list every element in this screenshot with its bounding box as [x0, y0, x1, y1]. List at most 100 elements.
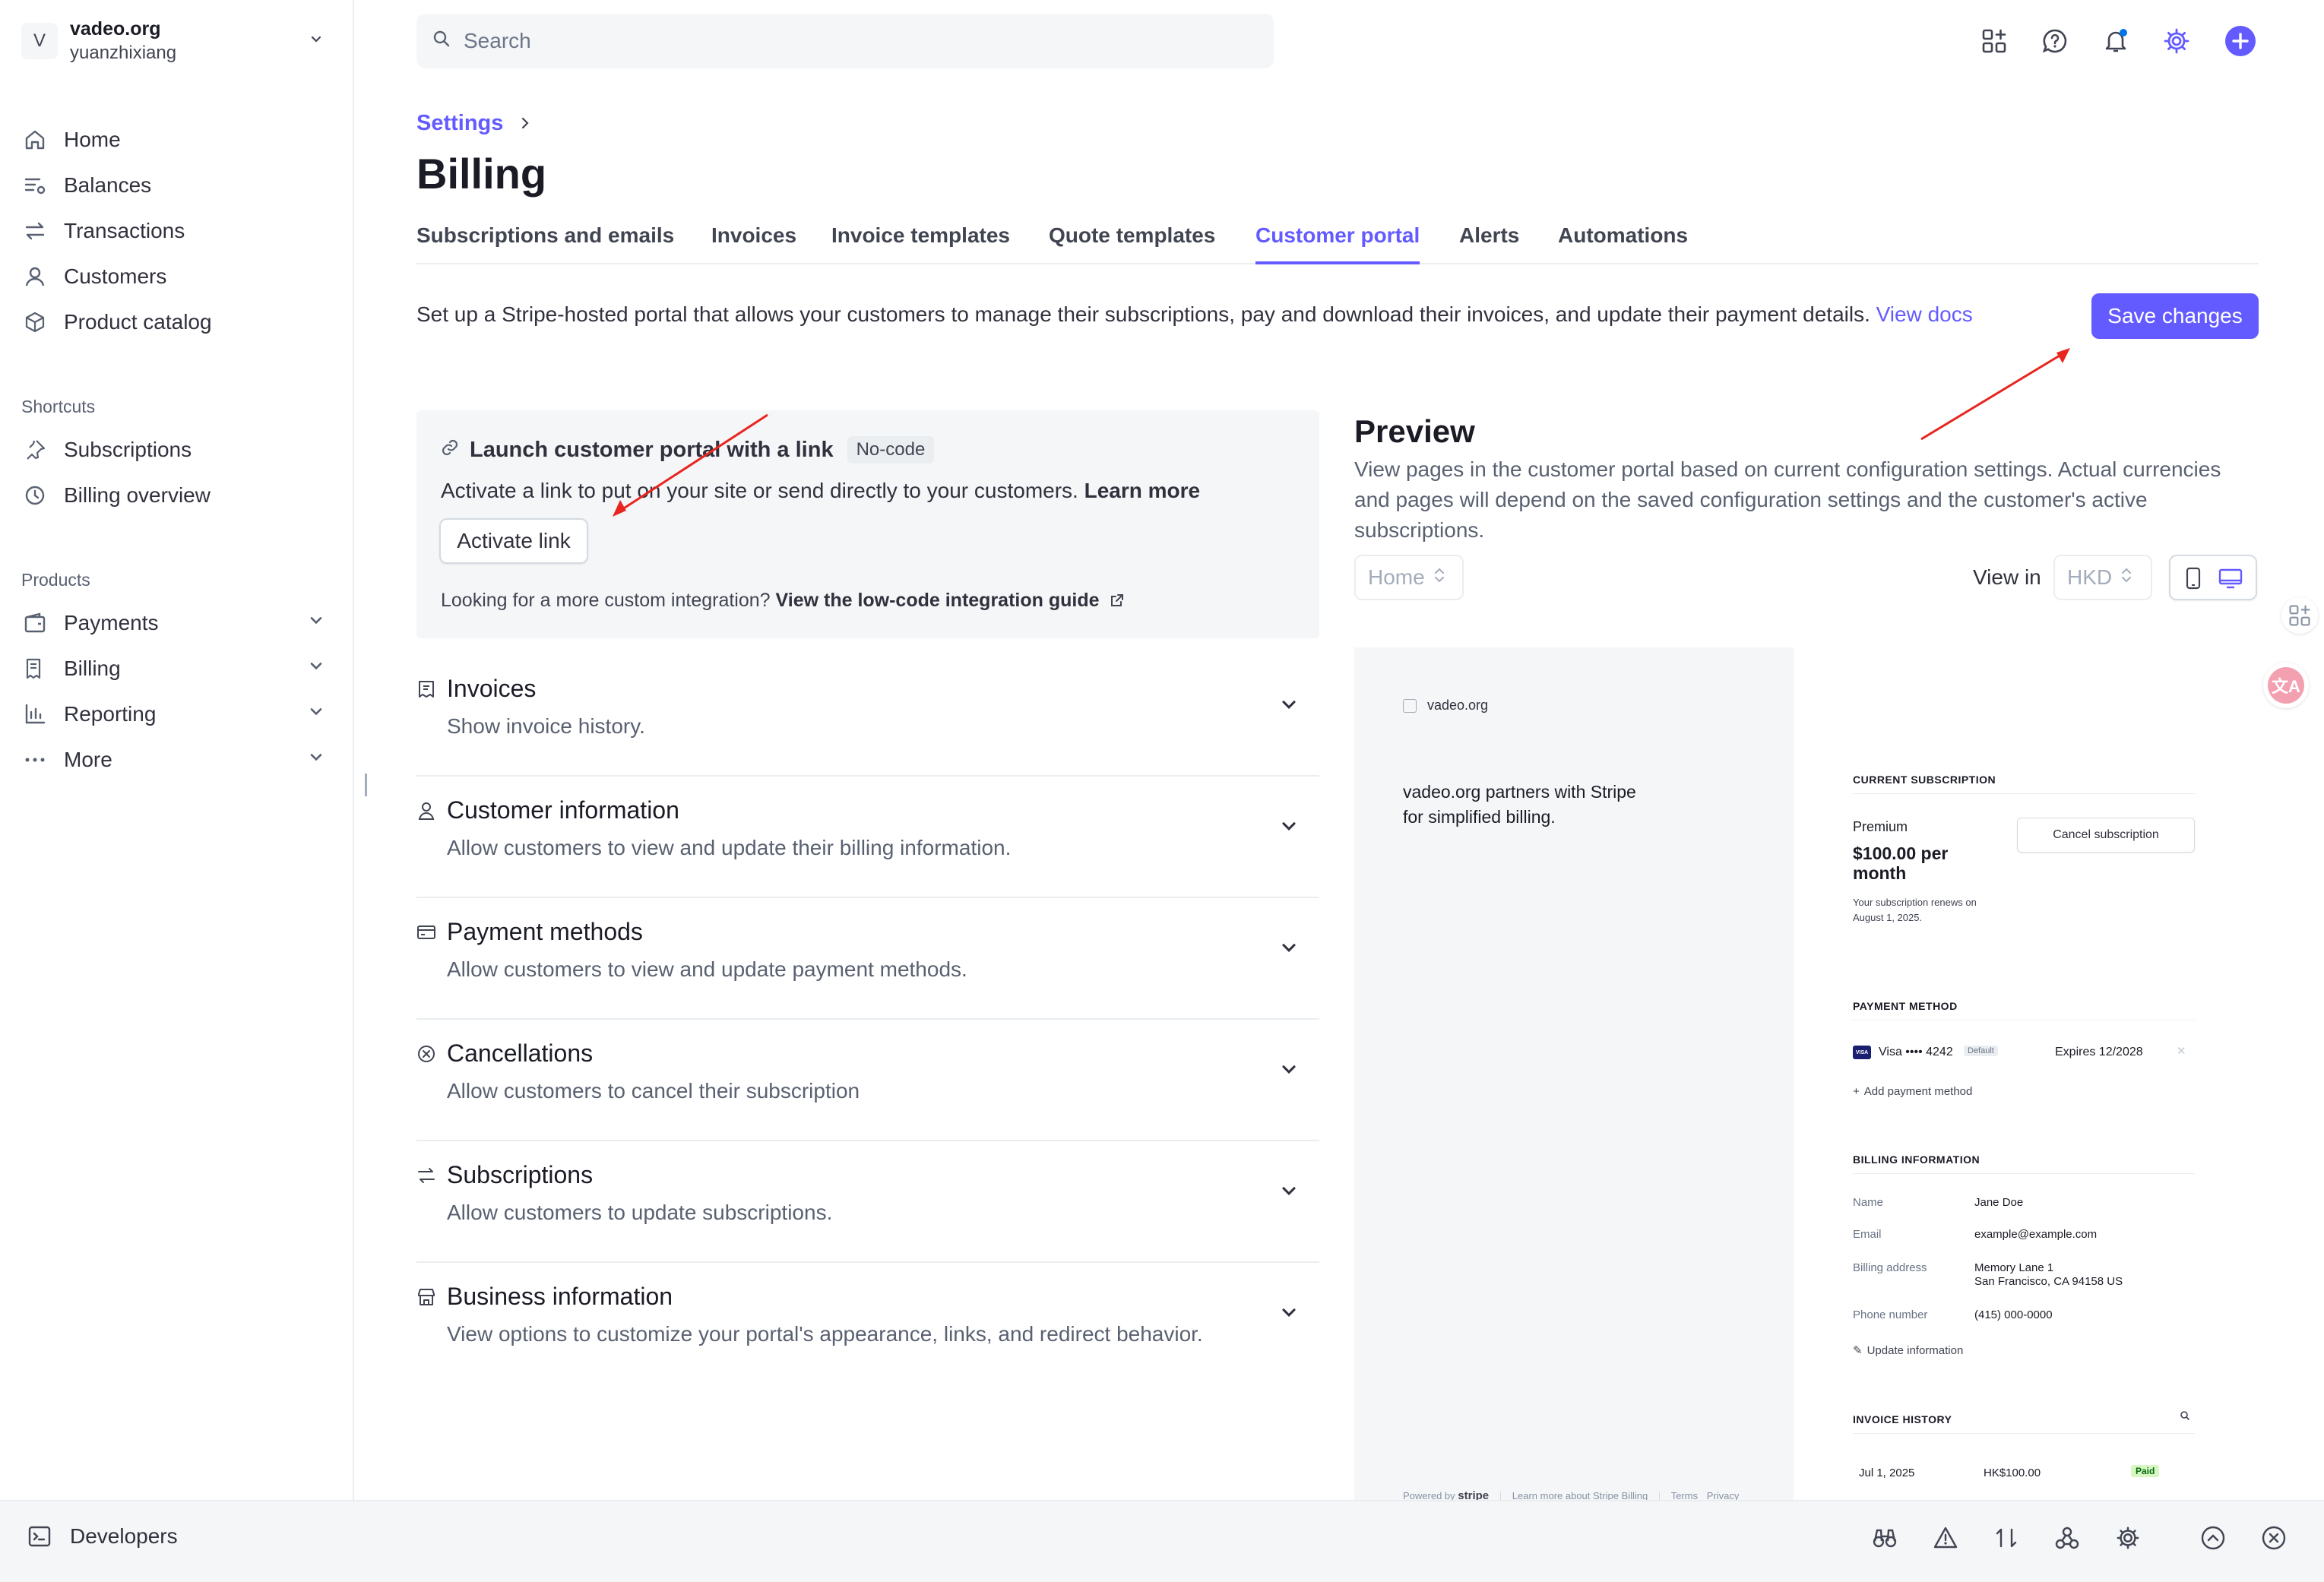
chevron-down-icon[interactable] — [1278, 816, 1300, 841]
binoculars-icon[interactable] — [1870, 1523, 1900, 1553]
breadcrumb[interactable]: Settings — [416, 111, 532, 136]
translate-extension[interactable]: 文A — [2263, 663, 2309, 708]
create-plus-icon[interactable] — [2222, 23, 2259, 59]
sidebar-item-customers[interactable]: Customers — [21, 255, 325, 298]
chevron-down-icon[interactable] — [1278, 694, 1300, 720]
field-label: Name — [1853, 1196, 1884, 1209]
section-customer-information[interactable]: Customer information Allow customers to … — [416, 777, 1319, 898]
view-docs-link[interactable]: View docs — [1876, 302, 1973, 326]
invoice-amount: HK$100.00 — [1984, 1467, 2041, 1479]
section-payment-methods[interactable]: Payment methods Allow customers to view … — [416, 898, 1319, 1020]
tab-quote-templates[interactable]: Quote templates — [1049, 220, 1215, 264]
apps-icon[interactable] — [1976, 23, 2012, 59]
sidebar-item-product-catalog[interactable]: Product catalog — [21, 301, 325, 343]
sidebar-item-billing[interactable]: Billing — [21, 647, 325, 690]
section-business-information[interactable]: Business information View options to cus… — [416, 1263, 1319, 1384]
chevron-down-icon — [307, 748, 325, 772]
field-value-line2: San Francisco, CA 94158 US — [1974, 1275, 2123, 1288]
chevron-down-icon[interactable] — [1278, 1059, 1300, 1084]
launch-portal-card: Launch customer portal with a link No-co… — [416, 410, 1319, 638]
apps-add-icon[interactable] — [2281, 597, 2318, 634]
product-catalog-icon — [21, 308, 49, 336]
developers-bar: Developers — [0, 1500, 2324, 1582]
account-badge: V — [21, 23, 58, 59]
portal-tagline: vadeo.org partners with Stripe for simpl… — [1403, 782, 1636, 827]
settings-gear-icon[interactable] — [2158, 23, 2195, 59]
update-information-link[interactable]: ✎ Update information — [1853, 1343, 1963, 1357]
no-code-badge: No-code — [847, 436, 935, 464]
search-input[interactable]: Search — [416, 14, 1274, 68]
add-payment-method-link[interactable]: + Add payment method — [1853, 1085, 1972, 1098]
tab-invoice-templates[interactable]: Invoice templates — [831, 220, 1010, 264]
search-icon[interactable] — [2180, 1410, 2190, 1424]
page-title: Billing — [416, 150, 547, 198]
tab-customer-portal[interactable]: Customer portal — [1255, 220, 1420, 264]
default-badge: Default — [1964, 1046, 1998, 1056]
expand-up-icon[interactable] — [2198, 1523, 2228, 1553]
desktop-device-icon[interactable] — [2218, 567, 2243, 593]
preview-page-select[interactable]: Home — [1354, 555, 1464, 600]
close-icon[interactable] — [2259, 1523, 2289, 1553]
help-icon[interactable] — [2037, 23, 2073, 59]
chevron-down-icon — [307, 657, 325, 681]
cancel-circle-icon — [416, 1044, 436, 1068]
sidebar-item-balances[interactable]: Balances — [21, 164, 325, 207]
portal-logo: vadeo.org — [1403, 698, 1488, 713]
tab-invoices[interactable]: Invoices — [711, 220, 796, 264]
sidebar-item-billing-overview[interactable]: Billing overview — [21, 474, 325, 517]
chevron-down-icon[interactable] — [1278, 1302, 1300, 1327]
mobile-device-icon[interactable] — [2184, 567, 2202, 593]
settings-gear-icon[interactable] — [2113, 1523, 2143, 1553]
sidebar-resize-handle[interactable] — [365, 774, 367, 796]
search-placeholder: Search — [464, 29, 531, 52]
chevron-down-icon[interactable] — [1278, 1181, 1300, 1206]
field-value: Memory Lane 1 — [1974, 1261, 2054, 1274]
divider — [1853, 1433, 2195, 1434]
breadcrumb-settings[interactable]: Settings — [416, 111, 503, 136]
section-cancellations[interactable]: Cancellations Allow customers to cancel … — [416, 1020, 1319, 1141]
integration-guide-link[interactable]: View the low-code integration guide — [776, 590, 1126, 611]
section-title: Subscriptions — [447, 1161, 594, 1188]
account-switcher[interactable]: V vadeo.org yuanzhixiang — [21, 14, 325, 68]
sidebar-item-reporting[interactable]: Reporting — [21, 693, 325, 736]
learn-more-link[interactable]: Learn more — [1084, 479, 1201, 502]
sidebar-item-transactions[interactable]: Transactions — [21, 210, 325, 252]
remove-card-icon[interactable]: ✕ — [2177, 1044, 2186, 1058]
balances-icon — [21, 172, 49, 199]
sidebar-item-home[interactable]: Home — [21, 119, 325, 161]
developers-button[interactable]: Developers — [70, 1524, 178, 1549]
tab-automations[interactable]: Automations — [1558, 220, 1688, 264]
notifications-bell-icon[interactable] — [2098, 23, 2134, 59]
device-toggle[interactable] — [2169, 555, 2257, 600]
sidebar-item-more[interactable]: More — [21, 739, 325, 781]
tab-subscriptions-and-emails[interactable]: Subscriptions and emails — [416, 220, 674, 264]
sort-arrows-icon[interactable] — [1991, 1523, 2022, 1553]
portal-logo-text: vadeo.org — [1427, 698, 1489, 713]
tab-alerts[interactable]: Alerts — [1459, 220, 1519, 264]
portal-preview-left: vadeo.org vadeo.org partners with Stripe… — [1354, 647, 1794, 1502]
home-icon — [21, 126, 49, 153]
translate-icon: 文A — [2268, 667, 2304, 704]
activate-link-button[interactable]: Activate link — [439, 518, 588, 564]
warning-icon[interactable] — [1930, 1523, 1961, 1553]
chevron-down-icon — [307, 702, 325, 726]
section-title: Business information — [447, 1283, 673, 1310]
divider — [1853, 1173, 2195, 1174]
billing-information-heading: BILLING INFORMATION — [1853, 1153, 1980, 1166]
section-desc: Allow customers to update subscriptions. — [447, 1201, 833, 1224]
section-title: Customer information — [447, 796, 679, 824]
section-invoices[interactable]: Invoices Show invoice history. — [416, 655, 1319, 777]
section-subscriptions[interactable]: Subscriptions Allow customers to update … — [416, 1141, 1319, 1263]
currency-select[interactable]: HKD — [2053, 555, 2152, 600]
sidebar-item-subscriptions[interactable]: Subscriptions — [21, 429, 325, 471]
chevron-down-icon[interactable] — [1278, 938, 1300, 963]
webhooks-icon[interactable] — [2052, 1523, 2082, 1553]
save-changes-button[interactable]: Save changes — [2091, 293, 2259, 339]
bar-chart-icon — [21, 701, 49, 728]
field-label: Billing address — [1853, 1261, 1927, 1274]
plan-price: $100.00 per month — [1853, 843, 1949, 883]
cancel-subscription-button[interactable]: Cancel subscription — [2017, 818, 2195, 853]
sidebar-item-payments[interactable]: Payments — [21, 602, 325, 644]
section-desc: Allow customers to view and update their… — [447, 836, 1012, 859]
customers-icon — [21, 263, 49, 290]
